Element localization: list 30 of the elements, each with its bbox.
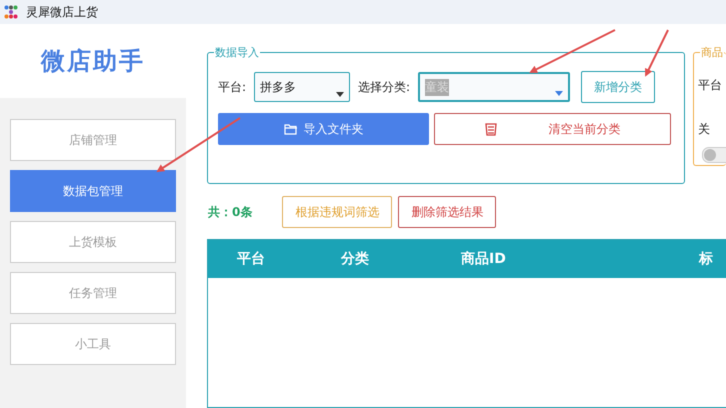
caret-icon	[336, 92, 344, 97]
sidebar-item[interactable]: 任务管理	[10, 272, 176, 314]
category-label: 选择分类:	[358, 78, 410, 96]
import-folder-button[interactable]: 导入文件夹	[218, 113, 429, 145]
trash-icon	[484, 122, 496, 136]
annotation-arrow	[645, 30, 669, 77]
delete-results-button[interactable]: 删除筛选结果	[398, 196, 496, 228]
filter-button[interactable]: 根据违规词筛选	[282, 196, 392, 228]
add-category-button[interactable]: 新增分类	[581, 71, 656, 103]
clear-category-button[interactable]: 清空当前分类	[434, 113, 671, 145]
window-title: 灵犀微店上货	[26, 4, 98, 20]
column-header: 商品ID	[461, 250, 506, 268]
folder-icon	[284, 123, 298, 135]
sidebar-item[interactable]: 小工具	[10, 323, 176, 365]
sidebar-item[interactable]: 数据包管理	[10, 170, 176, 212]
column-header: 平台	[237, 250, 265, 268]
app-name: 微店助手	[41, 46, 145, 77]
platform-dropdown[interactable]: 拼多多	[254, 72, 350, 102]
platform-label: 平台:	[218, 78, 246, 96]
group-legend: 数据导入	[214, 45, 260, 60]
app-logo-icon	[4, 5, 18, 19]
record-count: 共：0条	[208, 204, 252, 220]
sidebar-item[interactable]: 店铺管理	[10, 119, 176, 161]
caret-icon	[555, 91, 564, 96]
sidebar-item[interactable]: 上货模板	[10, 221, 176, 263]
keyword-label: 关	[698, 121, 710, 138]
column-header: 标	[699, 250, 713, 268]
group-legend: 商品	[700, 45, 724, 60]
column-header: 分类	[341, 250, 369, 268]
platform-label: 平台	[698, 77, 722, 94]
